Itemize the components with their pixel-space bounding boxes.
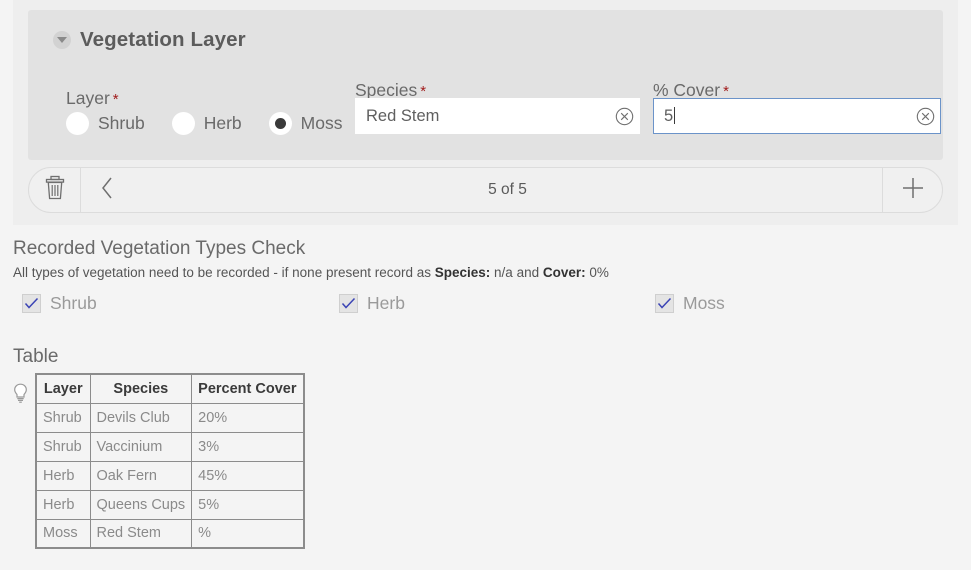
- cell-percent-cover: 3%: [192, 432, 304, 461]
- survey-panel-container: Vegetation Layer Layer* Shrub Herb Moss …: [13, 0, 958, 225]
- checkbox-label-moss: Moss: [683, 293, 725, 314]
- radio-indicator-shrub: [66, 112, 89, 135]
- vegetation-layer-panel: Vegetation Layer Layer* Shrub Herb Moss …: [28, 10, 943, 160]
- radio-indicator-herb: [172, 112, 195, 135]
- cell-layer: Shrub: [36, 432, 90, 461]
- radio-label-moss: Moss: [301, 113, 343, 134]
- check-items-row: Shrub Herb Moss: [13, 293, 958, 323]
- cell-species: Queens Cups: [90, 490, 192, 519]
- desc-bold-cover: Cover:: [543, 265, 586, 280]
- table-header-row: Layer Species Percent Cover: [36, 374, 304, 403]
- checkbox-indicator-shrub: [22, 294, 41, 313]
- table-column-header-species: Species: [90, 374, 192, 403]
- checkbox-item-herb[interactable]: Herb: [339, 293, 405, 314]
- table-column-header-layer: Layer: [36, 374, 90, 403]
- cell-species: Devils Club: [90, 403, 192, 432]
- radio-label-herb: Herb: [204, 113, 242, 134]
- table-row: Herb Oak Fern 45%: [36, 461, 304, 490]
- cover-input[interactable]: 5: [653, 98, 941, 134]
- checkbox-label-shrub: Shrub: [50, 293, 97, 314]
- text-caret: [674, 107, 675, 124]
- cell-percent-cover: 5%: [192, 490, 304, 519]
- page-title: Vegetation Layer: [80, 28, 246, 52]
- checkbox-indicator-moss: [655, 294, 674, 313]
- table-row: Shrub Vaccinium 3%: [36, 432, 304, 461]
- radio-option-moss[interactable]: Moss: [269, 112, 343, 135]
- checkbox-indicator-herb: [339, 294, 358, 313]
- record-counter: 5 of 5: [133, 168, 882, 212]
- checkbox-item-moss[interactable]: Moss: [655, 293, 725, 314]
- previous-record-button[interactable]: [81, 168, 133, 212]
- cell-species: Oak Fern: [90, 461, 192, 490]
- species-input-value[interactable]: Red Stem: [356, 107, 609, 126]
- table-section: Table Layer Species Percent Cover Shrub …: [13, 346, 305, 549]
- checkbox-item-shrub[interactable]: Shrub: [22, 293, 97, 314]
- table-row: Herb Queens Cups 5%: [36, 490, 304, 519]
- cover-input-value[interactable]: 5: [654, 107, 910, 126]
- recorded-types-check-section: Recorded Vegetation Types Check All type…: [13, 238, 958, 323]
- radio-option-herb[interactable]: Herb: [172, 112, 242, 135]
- layer-field-label: Layer*: [66, 88, 119, 109]
- chevron-left-icon: [100, 177, 114, 204]
- layer-radio-group: Shrub Herb Moss: [66, 112, 342, 135]
- cell-percent-cover: 20%: [192, 403, 304, 432]
- table-row: Shrub Devils Club 20%: [36, 403, 304, 432]
- plus-icon: [901, 176, 925, 205]
- cell-species: Vaccinium: [90, 432, 192, 461]
- table-section-title: Table: [13, 346, 305, 368]
- clear-circle-x-icon[interactable]: [609, 99, 639, 133]
- chevron-down-icon[interactable]: [53, 31, 71, 49]
- species-input[interactable]: Red Stem: [355, 98, 640, 134]
- trash-icon: [43, 175, 67, 206]
- table-column-header-percent-cover: Percent Cover: [192, 374, 304, 403]
- lightbulb-icon: [13, 373, 35, 409]
- radio-indicator-moss: [269, 112, 292, 135]
- vegetation-table: Layer Species Percent Cover Shrub Devils…: [35, 373, 305, 549]
- cell-layer: Moss: [36, 519, 90, 548]
- cell-layer: Herb: [36, 490, 90, 519]
- table-wrapper: Layer Species Percent Cover Shrub Devils…: [13, 373, 305, 549]
- clear-circle-x-icon[interactable]: [910, 99, 940, 133]
- cell-layer: Herb: [36, 461, 90, 490]
- add-record-button[interactable]: [882, 168, 942, 212]
- required-asterisk: *: [113, 91, 119, 108]
- radio-label-shrub: Shrub: [98, 113, 145, 134]
- desc-bold-species: Species:: [435, 265, 491, 280]
- repeat-pager-bar: 5 of 5: [28, 167, 943, 213]
- panel-header: Vegetation Layer: [53, 28, 246, 52]
- cell-percent-cover: 45%: [192, 461, 304, 490]
- table-row: Moss Red Stem %: [36, 519, 304, 548]
- checkbox-label-herb: Herb: [367, 293, 405, 314]
- cell-layer: Shrub: [36, 403, 90, 432]
- delete-record-button[interactable]: [29, 168, 81, 212]
- check-section-title: Recorded Vegetation Types Check: [13, 238, 958, 260]
- cell-species: Red Stem: [90, 519, 192, 548]
- check-section-description: All types of vegetation need to be recor…: [13, 264, 958, 283]
- cell-percent-cover: %: [192, 519, 304, 548]
- radio-option-shrub[interactable]: Shrub: [66, 112, 145, 135]
